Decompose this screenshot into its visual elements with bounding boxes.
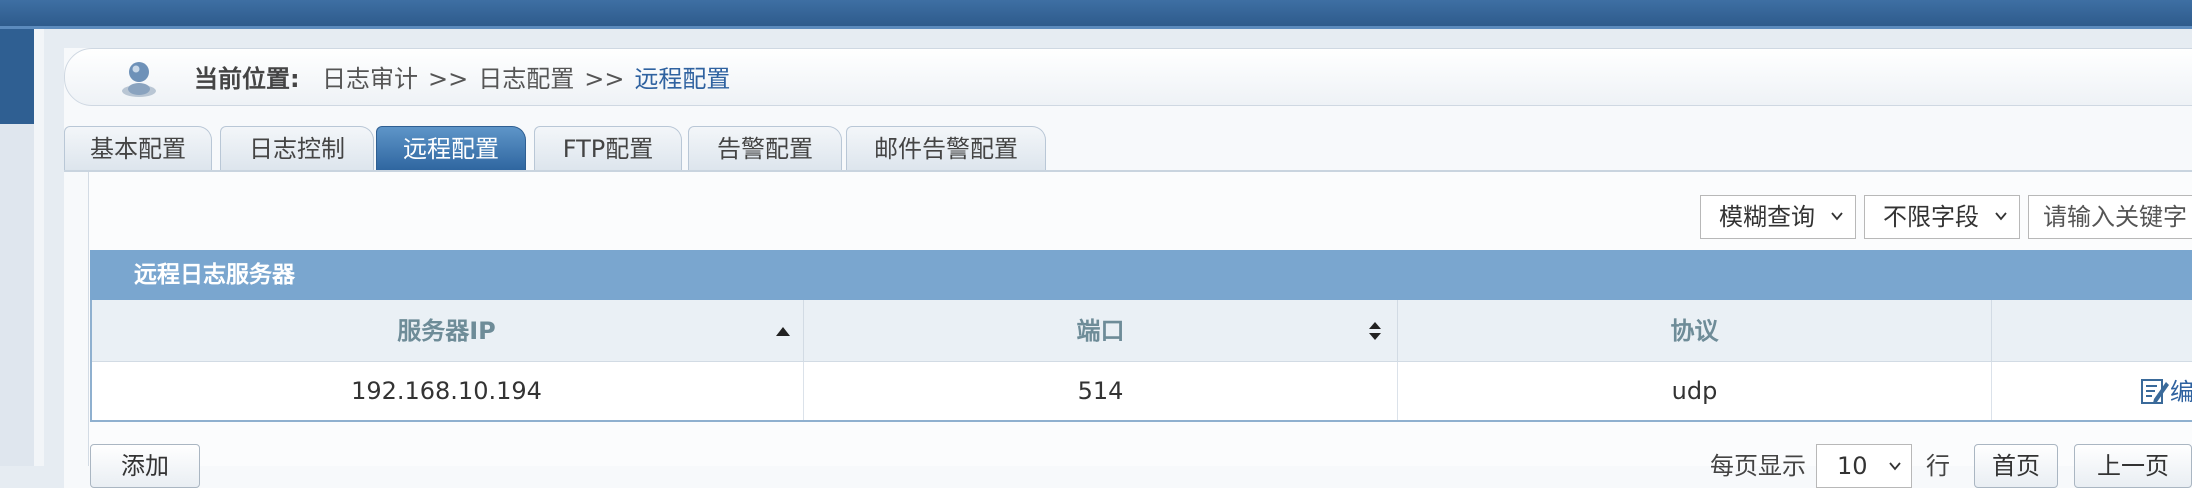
column-header-actions — [1992, 300, 2192, 362]
add-button[interactable]: 添加 — [90, 444, 200, 488]
column-header-label: 端口 — [1076, 317, 1125, 345]
prev-page-button[interactable]: 上一页 — [2074, 444, 2192, 488]
column-header-port[interactable]: 端口 — [804, 300, 1398, 362]
table-row: 192.168.10.194 514 udp — [90, 362, 2192, 422]
edit-icon — [2141, 379, 2169, 404]
cell-port: 514 — [804, 362, 1398, 420]
chevron-down-icon — [1831, 212, 1843, 221]
column-header-server-ip[interactable]: 服务器IP — [90, 300, 804, 362]
breadcrumb-separator: >> — [584, 65, 625, 93]
match-mode-value: 模糊查询 — [1719, 203, 1815, 231]
per-page-value: 10 — [1837, 452, 1868, 480]
per-page-label: 每页显示 — [1710, 452, 1806, 480]
tab-log-control[interactable]: 日志控制 — [220, 126, 374, 170]
first-page-button[interactable]: 首页 — [1974, 444, 2058, 488]
tab-ftp-config[interactable]: FTP配置 — [534, 126, 682, 170]
field-select[interactable]: 不限字段 — [1864, 195, 2020, 239]
user-icon — [122, 62, 156, 97]
breadcrumb-label: 当前位置: — [194, 65, 300, 93]
column-header-label: 服务器IP — [397, 317, 496, 345]
match-mode-select[interactable]: 模糊查询 — [1700, 195, 1856, 239]
tab-basic-config[interactable]: 基本配置 — [64, 126, 212, 170]
chevron-down-icon — [1889, 462, 1901, 471]
left-sidebar-edge — [34, 29, 44, 466]
breadcrumb-item-log-audit[interactable]: 日志审计 — [322, 65, 418, 93]
per-page-select[interactable]: 10 — [1816, 444, 1912, 488]
keyword-search-input[interactable]: 请输入关键字 — [2028, 195, 2192, 239]
sort-both-icon[interactable] — [1368, 321, 1382, 341]
top-banner — [0, 0, 2192, 26]
top-banner-divider — [0, 26, 2192, 29]
breadcrumb-item-current: 远程配置 — [634, 65, 731, 93]
tab-remote-config[interactable]: 远程配置 — [376, 126, 526, 170]
edit-link[interactable]: 编 — [2140, 374, 2192, 410]
tab-mail-alarm-config[interactable]: 邮件告警配置 — [846, 126, 1046, 170]
edit-link-label: 编 — [2170, 378, 2192, 406]
breadcrumb-item-log-config[interactable]: 日志配置 — [478, 65, 574, 93]
column-header-protocol: 协议 — [1398, 300, 1992, 362]
chevron-down-icon — [1995, 212, 2007, 221]
table-title: 远程日志服务器 — [90, 250, 2192, 300]
table-header: 服务器IP 端口 协议 — [90, 300, 2192, 362]
cell-server-ip: 192.168.10.194 — [90, 362, 804, 420]
field-select-value: 不限字段 — [1883, 203, 1979, 231]
cell-protocol: udp — [1398, 362, 1992, 420]
sort-ascending-icon[interactable] — [776, 327, 790, 336]
rows-unit-label: 行 — [1926, 452, 1950, 480]
column-header-label: 协议 — [1670, 317, 1719, 345]
tab-alarm-config[interactable]: 告警配置 — [688, 126, 842, 170]
table-left-border — [90, 300, 92, 422]
left-sidebar-strip — [0, 29, 34, 466]
breadcrumb-path: 日志审计 >> 日志配置 >> 远程配置 — [322, 64, 730, 94]
breadcrumb-separator: >> — [428, 65, 469, 93]
